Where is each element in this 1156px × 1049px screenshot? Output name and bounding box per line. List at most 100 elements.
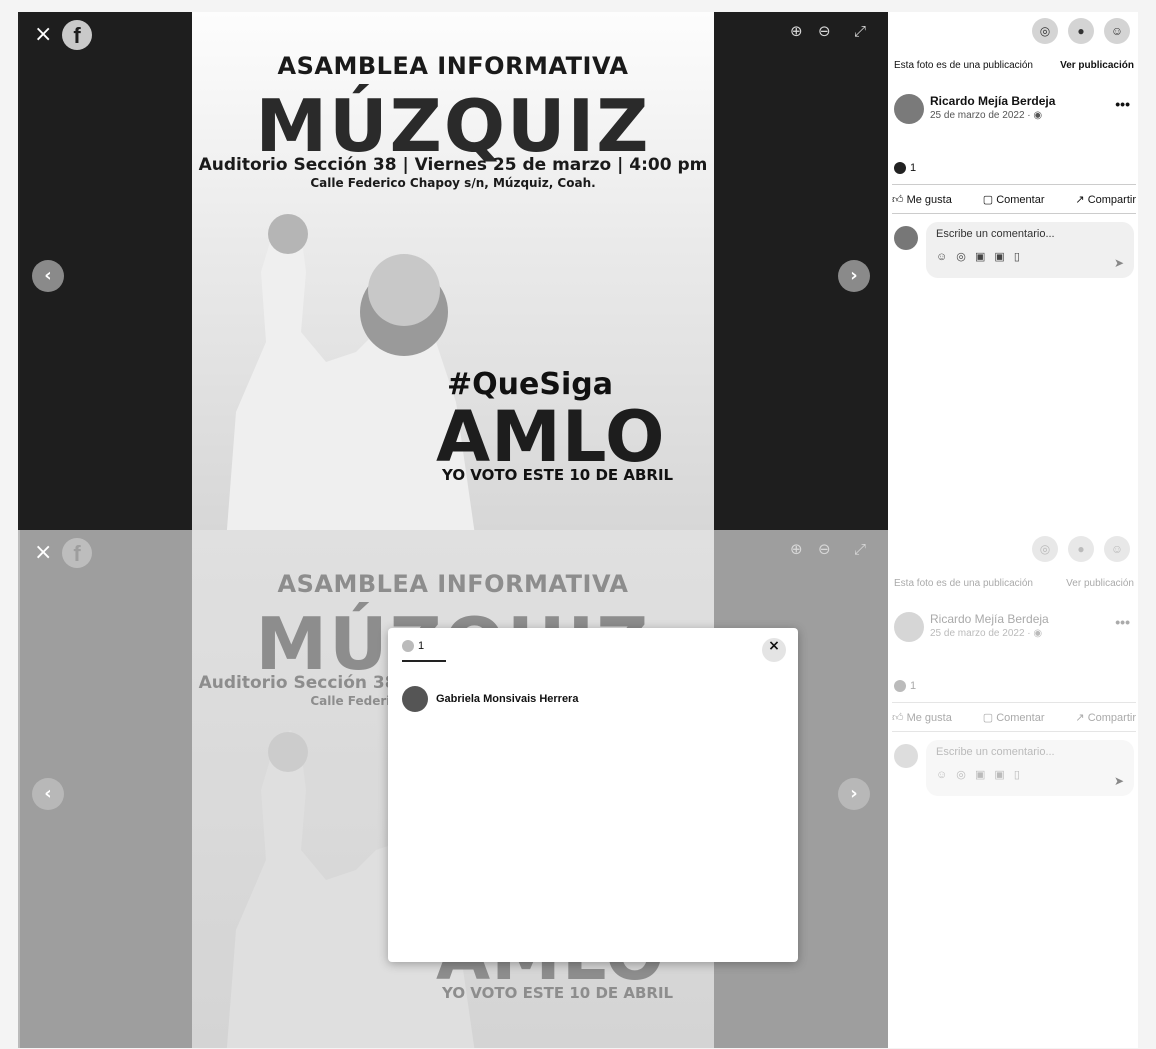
author-name[interactable]: Ricardo Mejía Berdeja [930,94,1055,108]
post-sidebar: ◎ ● ☺ Esta foto es de una publicación Ve… [888,12,1138,530]
view-post-link[interactable]: Ver publicación [1066,578,1134,589]
poster-heading: ASAMBLEA INFORMATIVA [277,570,629,598]
comment-input[interactable]: Escribe un comentario... ☺ ◎ ▣ ▣ ▯ ➤ [926,222,1134,278]
messenger-icon[interactable]: ◎ [1032,536,1058,562]
comment-input[interactable]: Escribe un comentario... ☺ ◎ ▣ ▣ ▯ ➤ [926,740,1134,796]
reactions-dialog-screenshot: × f ⊕ ⊖ ⤢ ASAMBLEA INFORMATIVA MÚZQUIZ A… [18,530,1138,1048]
comment-composer: Escribe un comentario... ☺ ◎ ▣ ▣ ▯ ➤ [894,222,1134,282]
photo-viewer-screenshot: × f ⊕ ⊖ ⤢ ASAMBLEA INFORMATIVA MÚZQUIZ A… [18,12,1138,530]
share-label: Compartir [1087,193,1136,206]
share-label: Compartir [1087,711,1136,724]
send-icon[interactable]: ➤ [1114,774,1124,788]
author-name[interactable]: Ricardo Mejía Berdeja [930,612,1049,626]
like-button[interactable]: 👍︎ Me gusta [892,193,952,206]
comment-label: Comentar [996,193,1045,206]
tab-all-reactions[interactable]: 1 [402,640,446,662]
like-label: Me gusta [906,193,952,206]
reaction-summary[interactable]: 1 [894,162,916,174]
zoom-out-icon[interactable]: ⊖ [818,22,831,40]
comment-composer: Escribe un comentario... ☺ ◎ ▣ ▣ ▯ ➤ [894,740,1134,800]
comment-icon: ▢ [982,193,994,206]
comment-placeholder: Escribe un comentario... [936,746,1055,758]
zoom-in-icon[interactable]: ⊕ [790,22,803,40]
next-photo-button[interactable]: › [838,778,870,810]
comment-icon: ▢ [982,711,994,724]
notifications-icon[interactable]: ● [1068,18,1094,44]
close-viewer-button[interactable]: × [34,22,52,47]
post-date-text: 25 de marzo de 2022 · [930,628,1034,639]
comment-button[interactable]: ▢ Comentar [983,193,1045,206]
comment-label: Comentar [996,711,1045,724]
author-avatar[interactable] [894,94,924,124]
like-reaction-icon [894,162,906,174]
poster-vote-date: YO VOTO ESTE 10 DE ABRIL [442,466,674,484]
event-poster: ASAMBLEA INFORMATIVA MÚZQUIZ Auditorio S… [192,12,714,530]
reactor-row[interactable]: Gabriela Monsivais Herrera [402,686,578,712]
reactions-dialog: 1 × Gabriela Monsivais Herrera [388,628,798,962]
photo-viewer: × f ⊕ ⊖ ⤢ ASAMBLEA INFORMATIVA MÚZQUIZ A… [20,12,888,530]
post-date[interactable]: 25 de marzo de 2022 · ◉ [930,628,1042,639]
reactor-name[interactable]: Gabriela Monsivais Herrera [436,693,578,705]
more-options-button[interactable]: ••• [1115,614,1130,630]
previous-photo-button[interactable]: ‹ [32,260,64,292]
poster-heading: ASAMBLEA INFORMATIVA [277,52,629,80]
fullscreen-icon[interactable]: ⤢ [854,22,866,40]
more-options-button[interactable]: ••• [1115,96,1130,112]
globe-icon: ◉ [1033,110,1043,121]
comment-placeholder: Escribe un comentario... [936,228,1055,240]
zoom-in-icon[interactable]: ⊕ [790,540,803,558]
fullscreen-icon[interactable]: ⤢ [854,540,866,558]
commenter-avatar [894,744,918,768]
poster-address: Calle Federico Chapoy s/n, Múzquiz, Coah… [310,176,596,190]
like-button[interactable]: 👍︎ Me gusta [892,711,952,724]
globe-icon: ◉ [1033,628,1043,639]
share-button[interactable]: ↗ Compartir [1075,711,1136,724]
post-author: Ricardo Mejía Berdeja 25 de marzo de 202… [894,92,1134,132]
notifications-icon[interactable]: ● [1068,536,1094,562]
view-post-link[interactable]: Ver publicación [1060,60,1134,71]
share-icon: ↗ [1075,193,1085,206]
account-icons: ◎ ● ☺ [1032,536,1130,562]
post-sidebar-dimmed: ◎ ● ☺ Esta foto es de una publicación Ve… [888,530,1138,1048]
post-notice-text: Esta foto es de una publicación [894,60,1033,71]
profile-avatar-icon[interactable]: ☺ [1104,536,1130,562]
post-date-text: 25 de marzo de 2022 · [930,110,1034,121]
commenter-avatar [894,226,918,250]
profile-avatar-icon[interactable]: ☺ [1104,18,1130,44]
next-photo-button[interactable]: › [838,260,870,292]
account-icons: ◎ ● ☺ [1032,18,1130,44]
previous-photo-button[interactable]: ‹ [32,778,64,810]
post-notice-text: Esta foto es de una publicación [894,578,1033,589]
thumbs-up-icon: 👍︎ [892,193,904,206]
thumbs-up-icon: 👍︎ [892,711,904,724]
comment-attachment-icons[interactable]: ☺ ◎ ▣ ▣ ▯ [936,768,1124,781]
poster-details: Auditorio Sección 38 | Viernes 25 de mar… [198,155,708,175]
zoom-out-icon[interactable]: ⊖ [818,540,831,558]
page: × f ⊕ ⊖ ⤢ ASAMBLEA INFORMATIVA MÚZQUIZ A… [0,0,1156,1049]
like-reaction-icon [402,640,414,652]
reaction-count: 1 [910,680,917,692]
post-date[interactable]: 25 de marzo de 2022 · ◉ [930,110,1042,121]
close-viewer-button[interactable]: × [34,540,52,565]
like-reaction-icon [894,680,906,692]
reaction-tab-count: 1 [418,640,425,652]
comment-attachment-icons[interactable]: ☺ ◎ ▣ ▣ ▯ [936,250,1124,263]
poster-vote-date: YO VOTO ESTE 10 DE ABRIL [442,984,674,1002]
author-avatar[interactable] [894,612,924,642]
close-dialog-button[interactable]: × [762,638,786,662]
messenger-icon[interactable]: ◎ [1032,18,1058,44]
facebook-logo-icon[interactable]: f [62,538,92,568]
post-actions: 👍︎ Me gusta ▢ Comentar ↗ Compartir [892,184,1136,214]
post-actions: 👍︎ Me gusta ▢ Comentar ↗ Compartir [892,702,1136,732]
reactor-avatar[interactable] [402,686,428,712]
post-notice: Esta foto es de una publicación Ver publ… [894,60,1134,71]
like-label: Me gusta [906,711,952,724]
send-icon[interactable]: ➤ [1114,256,1124,270]
comment-button[interactable]: ▢ Comentar [983,711,1045,724]
reaction-count: 1 [910,162,917,174]
reaction-summary[interactable]: 1 [894,680,916,692]
facebook-logo-icon[interactable]: f [62,20,92,50]
post-author: Ricardo Mejía Berdeja 25 de marzo de 202… [894,610,1134,650]
share-icon: ↗ [1075,711,1085,724]
share-button[interactable]: ↗ Compartir [1075,193,1136,206]
